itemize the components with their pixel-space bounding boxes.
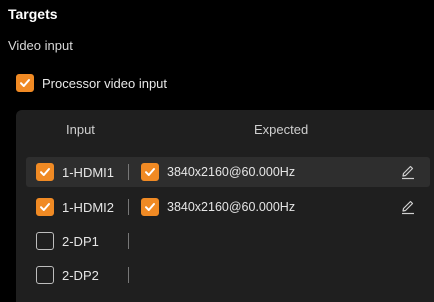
checkmark-icon: [40, 203, 50, 211]
processor-video-input-checkbox[interactable]: [16, 74, 34, 92]
column-divider: [128, 233, 129, 249]
table-row[interactable]: 2-DP1: [26, 226, 430, 256]
edit-pencil-icon[interactable]: [400, 164, 416, 180]
input-name: 1-HDMI1: [62, 164, 115, 180]
table-row[interactable]: 1-HDMI1 3840x2160@60.000Hz: [26, 157, 430, 187]
inputs-panel: Input Expected 1-HDMI1 3840x2160@60.000H…: [16, 110, 434, 302]
input-checkbox[interactable]: [36, 232, 54, 250]
edit-pencil-icon[interactable]: [400, 199, 416, 215]
input-checkbox[interactable]: [36, 163, 54, 181]
column-divider: [128, 199, 129, 215]
input-checkbox[interactable]: [36, 198, 54, 216]
table-row[interactable]: 2-DP2: [26, 260, 430, 290]
input-name: 1-HDMI2: [62, 199, 115, 215]
input-checkbox[interactable]: [36, 266, 54, 284]
processor-video-input-row[interactable]: Processor video input: [16, 74, 167, 92]
expected-resolution: 3840x2160@60.000Hz: [167, 165, 296, 179]
processor-video-input-label: Processor video input: [42, 75, 168, 91]
checkmark-icon: [20, 79, 30, 87]
column-divider: [128, 267, 129, 283]
input-name: 2-DP2: [62, 267, 99, 283]
column-header-expected: Expected: [254, 122, 309, 137]
expected-checkbox[interactable]: [141, 163, 159, 181]
table-row[interactable]: 1-HDMI2 3840x2160@60.000Hz: [26, 192, 430, 222]
expected-resolution: 3840x2160@60.000Hz: [167, 200, 296, 214]
page-title: Targets: [8, 6, 58, 22]
expected-checkbox[interactable]: [141, 198, 159, 216]
section-label: Video input: [8, 38, 73, 53]
checkmark-icon: [145, 168, 155, 176]
checkmark-icon: [145, 203, 155, 211]
column-header-input: Input: [66, 122, 95, 137]
column-divider: [128, 164, 129, 180]
checkmark-icon: [40, 168, 50, 176]
input-name: 2-DP1: [62, 233, 99, 249]
